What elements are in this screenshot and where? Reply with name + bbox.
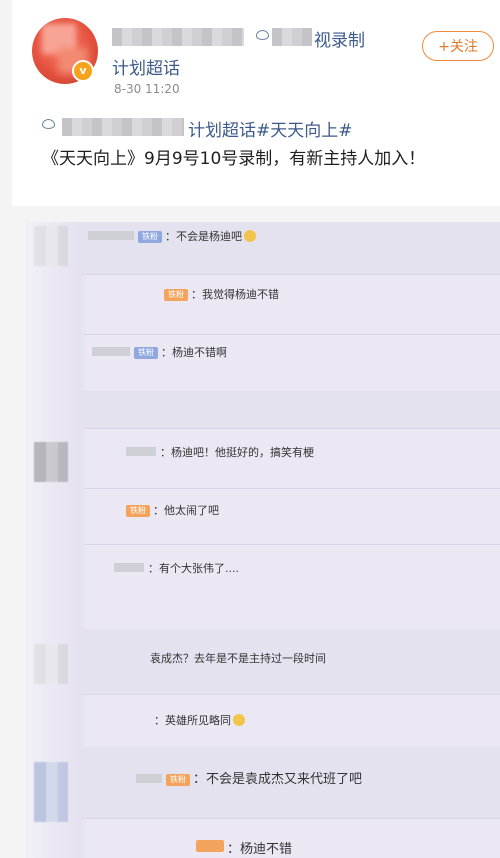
- fan-badge: 铁粉: [166, 774, 190, 786]
- verified-v-icon: v: [72, 60, 94, 82]
- chat-screenshot: 铁粉 ：不会是杨迪吧 铁粉 ：我觉得杨迪不错 铁粉 ：杨迪不错啊 ：杨迪吧！他挺好的，…: [26, 222, 500, 858]
- post-time: 8-30 11:20: [114, 82, 180, 96]
- chat-row: [82, 544, 500, 629]
- fan-badge: 铁粉: [134, 347, 158, 359]
- chat-message: ：英雄所见略同: [154, 712, 245, 728]
- fan-badge: [196, 840, 224, 852]
- chat-message: ：杨迪不错: [196, 838, 292, 857]
- chat-message: 铁粉 ：杨迪不错啊: [92, 344, 227, 360]
- chat-message: 袁成杰？去年是不是主持过一段时间: [150, 652, 326, 665]
- diamond-icon: [256, 30, 269, 40]
- follow-button[interactable]: +关注: [422, 31, 494, 61]
- chat-row: [82, 274, 500, 335]
- fan-badge: 铁粉: [126, 505, 150, 517]
- author-name-mosaic: [112, 28, 244, 46]
- emoji-icon: [244, 230, 256, 242]
- author-name-text: 视录制: [314, 31, 365, 51]
- chat-message: 铁粉 ：不会是杨迪吧: [88, 228, 256, 244]
- weibo-post-card: v 视录制 计划超话 8-30 11:20 +关注 计划超话#天天向上# 《天天…: [12, 0, 500, 206]
- tag-mosaic: [62, 118, 184, 136]
- tag-text: 计划超话#天天向上#: [188, 121, 353, 141]
- supertopic-tag[interactable]: 计划超话#天天向上#: [42, 116, 353, 141]
- thumbs-up-icon: [233, 714, 245, 726]
- chat-message: 铁粉 ：不会是袁成杰又来代班了吧: [136, 768, 362, 787]
- chat-message: ：有个大张伟了....: [114, 560, 239, 576]
- chat-row: [82, 694, 500, 747]
- chat-row: [82, 334, 500, 391]
- supertopic-icon: [42, 119, 55, 129]
- author-name-line2[interactable]: 计划超话: [112, 54, 180, 79]
- chat-message: ：杨迪吧！他挺好的，搞笑有梗: [126, 444, 314, 460]
- fan-badge: 铁粉: [164, 289, 188, 301]
- chat-message: 铁粉 ：我觉得杨迪不错: [164, 286, 279, 302]
- post-body-text: 《天天向上》9月9号10号录制，有新主持人加入！: [42, 149, 426, 169]
- chat-message: 铁粉 ：他太闹了吧: [126, 502, 219, 518]
- fan-badge: 铁粉: [138, 231, 162, 243]
